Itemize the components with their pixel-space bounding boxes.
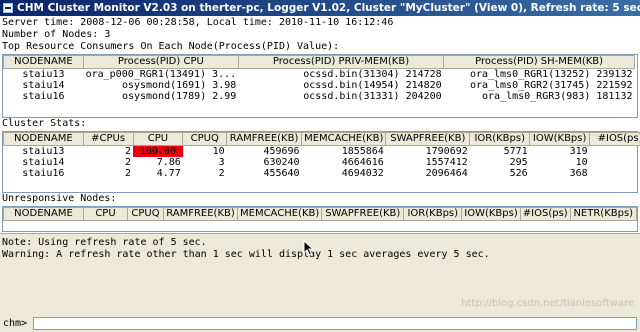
notes-panel: Note: Using refresh rate of 5 sec. Warni… [0, 233, 640, 317]
table-cell: ora_p000_RGR1(13491) 3... [85, 69, 237, 80]
column-header[interactable]: #CPUs [82, 132, 134, 146]
command-prompt-label: chm> [3, 318, 28, 329]
unresponsive-table: NODENAME CPU CPUQ RAMFREE(KB) MEMCACHE(K… [3, 207, 637, 221]
table-cell: 526 [509, 168, 528, 179]
table-cell: 4.77 [156, 168, 181, 179]
warning-line: Warning: A refresh rate other than 1 sec… [2, 249, 490, 260]
table-cell: 8 [590, 146, 640, 158]
column-header[interactable]: #IOS(ps) [519, 207, 571, 221]
column-header[interactable]: CPU [83, 207, 128, 221]
table-row[interactable]: staiu16 osysmond(1789) 2.99 ocssd.bin(31… [4, 91, 635, 102]
table-row[interactable]: staiu14 osysmond(1691) 3.98 ocssd.bin(14… [4, 80, 635, 91]
table-row[interactable]: staiu13 2 100.00 10 459696 1855864 17906… [4, 145, 640, 158]
column-header[interactable]: #IOS(ps) [589, 132, 640, 146]
column-header[interactable]: NODENAME [3, 55, 84, 69]
table-cell: osysmond(1691) 3.98 [121, 80, 237, 91]
command-input[interactable] [33, 317, 637, 330]
column-header[interactable]: Process(PID) CPU [82, 55, 239, 69]
table-cell: 10 [212, 146, 225, 157]
table-cell: 10 [575, 157, 588, 168]
table-cell: 4664616 [341, 157, 384, 168]
table-cell: 295 [509, 157, 528, 168]
table-cell: 5771 [503, 146, 528, 157]
table-cell: staiu13 [22, 69, 65, 80]
table-cell: staiu14 [22, 157, 65, 168]
column-header[interactable]: IOW(KBps) [529, 132, 591, 146]
table-cell: 2096464 [425, 168, 468, 179]
command-bar: chm> [0, 316, 640, 332]
table-cell: staiu16 [22, 168, 65, 179]
table-cell: staiu14 [22, 80, 65, 91]
cluster-stats-heading: Cluster Stats: [2, 118, 87, 129]
column-header[interactable]: MEMCACHE(KB) [301, 132, 387, 146]
column-header[interactable]: IOW(KBps) [461, 207, 521, 221]
table-cell: ora_lms0_RGR1(13252) 239132 [469, 69, 633, 80]
table-cell: ocssd.bin(14954) 214820 [303, 80, 442, 91]
table-row[interactable]: staiu14 2 7.86 3 630240 4664616 1557412 … [4, 157, 640, 168]
table-cell: ora_lms0_RGR2(31745) 221592 [469, 80, 633, 91]
window-title: CHM Cluster Monitor V2.03 on therter-pc,… [17, 2, 640, 14]
table-cell: ora_lms0_RGR3(983) 181132 [481, 91, 633, 102]
table-cell: 1855864 [341, 146, 384, 157]
top-consumers-table: NODENAME Process(PID) CPU Process(PID) P… [3, 55, 635, 102]
unresponsive-heading: Unresponsive Nodes: [2, 193, 117, 204]
cluster-stats-table: NODENAME #CPUs CPU CPUQ RAMFREE(KB) MEMC… [3, 132, 640, 179]
mouse-pointer-icon [303, 240, 315, 256]
column-header[interactable]: RAMFREE(KB) [226, 132, 303, 146]
table-header-row: NODENAME CPU CPUQ RAMFREE(KB) MEMCACHE(K… [3, 207, 637, 221]
table-cell: 4694032 [341, 168, 384, 179]
table-cell: ocssd.bin(31304) 214728 [303, 69, 442, 80]
column-header[interactable]: CPUQ [127, 207, 164, 221]
node-count-line: Number of Nodes: 3 [2, 29, 111, 40]
column-header[interactable]: NODENAME [3, 207, 84, 221]
table-cell: 2 [124, 157, 131, 168]
table-cell: 1557412 [425, 157, 468, 168]
table-cell: 630240 [263, 157, 300, 168]
table-cell: 2 [124, 146, 131, 157]
table-cell: 319 [569, 146, 588, 157]
table-cell: 368 [569, 168, 588, 179]
table-cell: 2 [218, 168, 225, 179]
table-cell: 4 [590, 168, 640, 179]
column-header[interactable]: CPU [132, 132, 184, 146]
column-header[interactable]: NODENAME [3, 132, 84, 146]
table-cell: 1790692 [425, 146, 468, 157]
table-cell: staiu16 [22, 91, 65, 102]
column-header[interactable]: SWAPFREE(KB) [321, 207, 405, 221]
column-header[interactable]: MEMCACHE(KB) [236, 207, 323, 221]
column-header[interactable]: CPUQ [182, 132, 228, 146]
table-row[interactable]: staiu13 ora_p000_RGR1(13491) 3... ocssd.… [4, 69, 635, 81]
table-cell [590, 157, 640, 168]
column-header[interactable]: IOR(KBps) [403, 207, 463, 221]
table-cell: 459696 [263, 146, 300, 157]
column-header[interactable]: SWAPFREE(KB) [385, 132, 471, 146]
table-cell: 7.86 [156, 157, 181, 168]
top-consumers-heading: Top Resource Consumers On Each Node(Proc… [2, 41, 340, 52]
table-cell: ocssd.bin(31331) 204200 [303, 91, 442, 102]
table-cell: staiu13 [22, 146, 65, 157]
column-header[interactable]: Process(PID) SH-MEM(KB) [443, 55, 635, 69]
column-header[interactable]: NETR(KBps) [569, 207, 637, 221]
table-cell: osysmond(1789) 2.99 [121, 91, 237, 102]
table-header-row: NODENAME #CPUs CPU CPUQ RAMFREE(KB) MEMC… [3, 132, 640, 146]
title-bar[interactable]: CHM Cluster Monitor V2.03 on therter-pc,… [0, 0, 640, 16]
column-header[interactable]: Process(PID) PRIV-MEM(KB) [237, 55, 445, 69]
watermark: http://blog.csdn.net/tianlesoftware [461, 298, 634, 309]
app-icon [3, 3, 13, 13]
note-line: Note: Using refresh rate of 5 sec. [2, 237, 207, 248]
table-cell: 455640 [263, 168, 300, 179]
app-window: CHM Cluster Monitor V2.03 on therter-pc,… [0, 0, 640, 332]
server-time-line: Server time: 2008-12-06 00:28:58, Local … [2, 17, 394, 28]
column-header[interactable]: IOR(KBps) [469, 132, 531, 146]
table-cell: 2 [124, 168, 131, 179]
column-header[interactable]: RAMFREE(KB) [163, 207, 238, 221]
table-cell: 3 [218, 157, 225, 168]
table-row[interactable]: staiu16 2 4.77 2 455640 4694032 2096464 … [4, 168, 640, 179]
table-header-row: NODENAME Process(PID) CPU Process(PID) P… [3, 55, 635, 69]
cpu-alert-cell: 100.00 [133, 145, 183, 157]
